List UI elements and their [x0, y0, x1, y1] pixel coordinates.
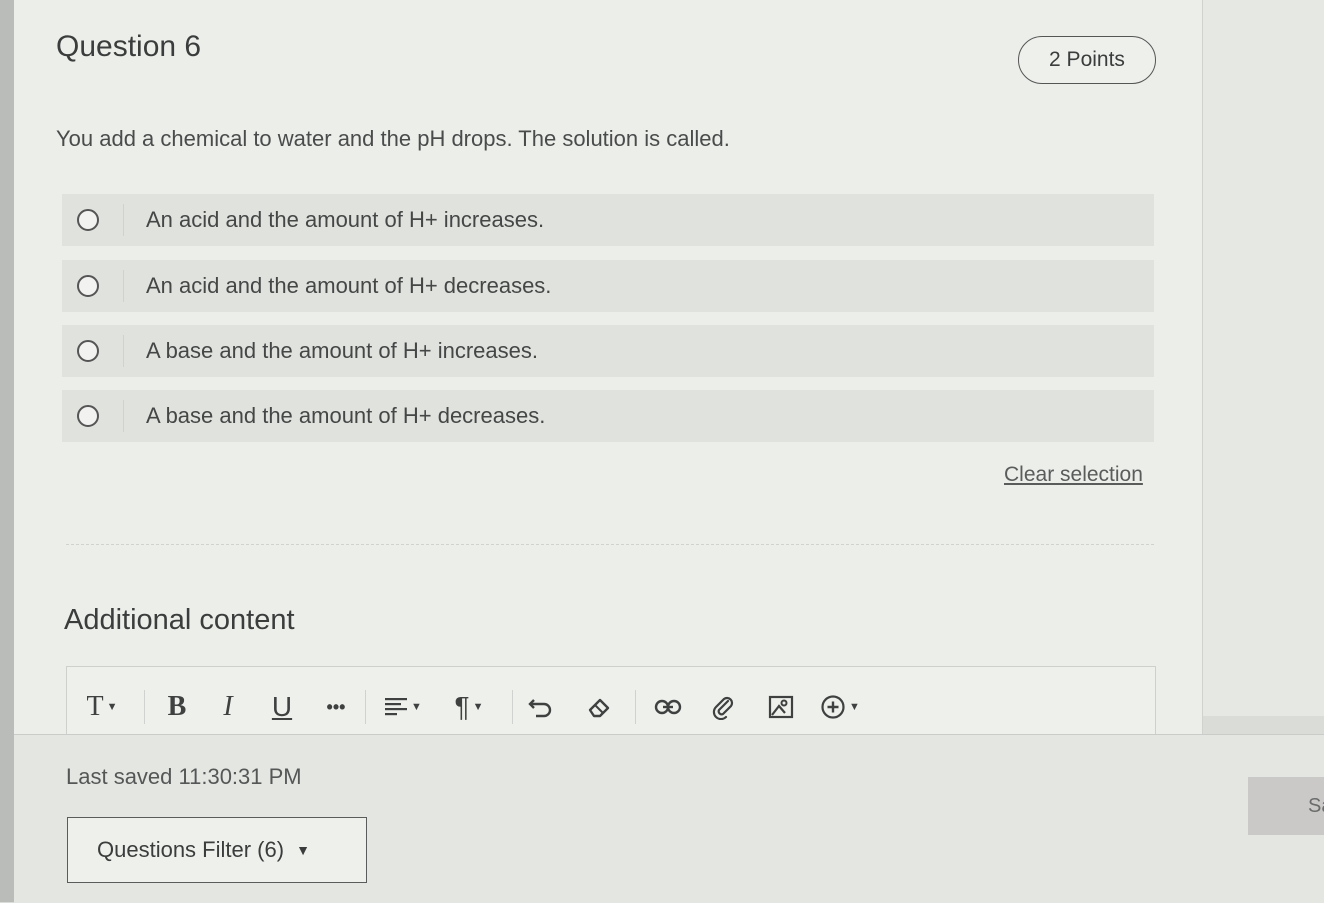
right-gutter [1203, 0, 1324, 716]
dropdown-caret-icon: ▼ [472, 701, 484, 713]
toolbar-separator [144, 690, 145, 724]
points-badge: 2 Points [1018, 36, 1156, 84]
attach-file-button[interactable] [694, 687, 752, 727]
undo-icon [528, 699, 552, 718]
option-label: An acid and the amount of H+ increases. [146, 207, 545, 232]
paragraph-icon: ¶ [454, 691, 470, 722]
underline-icon: U [271, 691, 293, 722]
last-saved-status: Last saved 11:30:31 PM [66, 764, 302, 789]
window-edge [0, 0, 14, 902]
question-text: You add a chemical to water and the pH d… [56, 126, 730, 151]
insert-content-button[interactable]: ▼ [810, 687, 870, 727]
paperclip-icon [712, 696, 734, 720]
answer-option-4[interactable]: A base and the amount of H+ decreases. [62, 390, 1154, 442]
answer-option-1[interactable]: An acid and the amount of H+ increases. [62, 194, 1154, 246]
radio-button[interactable] [77, 405, 99, 427]
link-icon [654, 699, 682, 715]
dropdown-caret-icon: ▼ [411, 701, 422, 713]
ellipsis-icon: ••• [326, 696, 346, 717]
save-label: Sa [1308, 794, 1324, 817]
insert-link-button[interactable] [642, 687, 694, 727]
plus-circle-icon [821, 695, 845, 719]
paragraph-button[interactable]: ¶ ▼ [432, 687, 506, 727]
toolbar-separator [635, 690, 636, 724]
option-label: A base and the amount of H+ increases. [146, 338, 538, 363]
question-title: Question 6 [56, 30, 202, 63]
additional-content-title: Additional content [64, 604, 295, 636]
toolbar-separator [512, 690, 513, 724]
caret-down-icon: ▼ [296, 842, 310, 858]
answer-option-3[interactable]: A base and the amount of H+ increases. [62, 325, 1154, 377]
clear-selection-link[interactable]: Clear selection [1004, 463, 1143, 487]
filter-label: Questions Filter (6) [97, 837, 285, 862]
radio-button[interactable] [77, 340, 99, 362]
image-icon [768, 695, 794, 719]
undo-button[interactable] [519, 687, 563, 727]
text-style-icon: T [86, 691, 104, 722]
radio-button[interactable] [77, 209, 99, 231]
insert-image-button[interactable] [752, 687, 810, 727]
editor-toolbar: T ▼ B I U ••• ▼ ¶ ▼ ▼ [66, 684, 870, 730]
answer-option-2[interactable]: An acid and the amount of H+ decreases. [62, 260, 1154, 312]
italic-button[interactable]: I [199, 687, 257, 727]
toolbar-separator [365, 690, 366, 724]
save-button[interactable]: Sa [1248, 777, 1324, 835]
questions-filter-dropdown[interactable]: Questions Filter (6) ▼ [67, 817, 367, 883]
dropdown-caret-icon: ▼ [106, 701, 118, 713]
bold-icon: B [167, 691, 187, 722]
dropdown-caret-icon: ▼ [849, 701, 860, 713]
option-label: An acid and the amount of H+ decreases. [146, 273, 552, 298]
bold-button[interactable]: B [155, 687, 199, 727]
option-label: A base and the amount of H+ decreases. [146, 403, 546, 428]
italic-icon: I [223, 691, 233, 722]
option-divider [123, 335, 124, 367]
radio-button[interactable] [77, 275, 99, 297]
option-divider [123, 270, 124, 302]
more-options-button[interactable]: ••• [307, 687, 365, 727]
underline-button[interactable]: U [257, 687, 307, 727]
option-divider [123, 400, 124, 432]
clear-format-button[interactable] [563, 687, 635, 727]
text-style-button[interactable]: T ▼ [66, 687, 138, 727]
align-left-icon [385, 698, 408, 716]
option-divider [123, 204, 124, 236]
align-button[interactable]: ▼ [374, 687, 432, 727]
eraser-icon [588, 698, 610, 718]
section-divider [66, 544, 1154, 545]
